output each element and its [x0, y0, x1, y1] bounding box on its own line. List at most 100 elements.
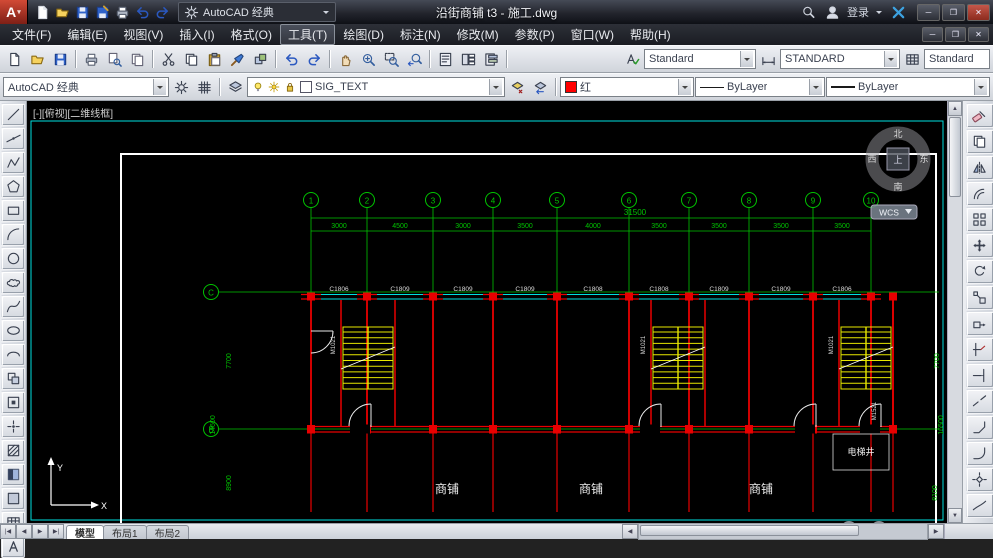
layer-properties-icon[interactable] [224, 76, 246, 98]
menu-item-2[interactable]: 视图(V) [115, 24, 171, 45]
exchange-apps-icon[interactable] [887, 1, 909, 23]
region-icon[interactable] [1, 487, 25, 510]
match-properties-icon[interactable] [226, 48, 248, 70]
vertical-scrollbar[interactable]: ▲ ▼ [947, 101, 962, 523]
application-menu-button[interactable]: A ▾ [0, 0, 28, 24]
copy-icon[interactable] [966, 129, 993, 154]
chevron-down-icon[interactable] [740, 51, 753, 67]
plot-preview-icon[interactable] [103, 48, 125, 70]
chevron-down-icon[interactable] [678, 79, 691, 95]
layer-on-bulb-icon[interactable] [252, 81, 265, 94]
menu-item-11[interactable]: 帮助(H) [622, 24, 679, 45]
move-icon[interactable] [966, 233, 993, 258]
chamfer-icon[interactable] [966, 415, 993, 440]
chevron-down-icon[interactable] [153, 79, 166, 95]
redo-icon[interactable] [303, 48, 325, 70]
workspace-select[interactable]: AutoCAD 经典 [178, 2, 336, 22]
stretch-icon[interactable] [966, 311, 993, 336]
chevron-down-icon[interactable] [809, 79, 822, 95]
zoom-previous-icon[interactable] [403, 48, 425, 70]
rectangle-icon[interactable] [1, 199, 25, 222]
doc-restore-button[interactable]: ❐ [945, 27, 966, 42]
vertical-scroll-track[interactable] [948, 116, 962, 508]
doc-close-button[interactable]: ✕ [968, 27, 989, 42]
menu-item-7[interactable]: 标注(N) [392, 24, 449, 45]
horizontal-scroll-track[interactable] [638, 523, 928, 540]
chevron-down-icon[interactable] [974, 79, 987, 95]
join-icon[interactable] [966, 493, 993, 518]
offset-icon[interactable] [966, 181, 993, 206]
scroll-right-button[interactable]: ▶ [928, 524, 944, 539]
break-icon[interactable] [966, 389, 993, 414]
hatch-icon[interactable] [1, 439, 25, 462]
copy-icon[interactable] [180, 48, 202, 70]
horizontal-scrollbar[interactable]: ◀ ▶ [622, 524, 944, 539]
arc-icon[interactable] [1, 223, 25, 246]
rotate-icon[interactable] [966, 259, 993, 284]
restore-button[interactable]: ❐ [942, 4, 965, 21]
viewport-controls[interactable]: [-][俯视][二维线框] [33, 107, 113, 120]
undo-icon[interactable] [280, 48, 302, 70]
undo-icon[interactable] [132, 2, 152, 22]
new-icon[interactable] [3, 48, 25, 70]
chevron-down-icon[interactable] [873, 5, 885, 19]
make-layer-current-icon[interactable] [506, 76, 528, 98]
make-block-icon[interactable] [1, 391, 25, 414]
ui-grid-icon[interactable] [193, 76, 215, 98]
text-style-select[interactable]: Standard [644, 49, 756, 69]
text-style-icon[interactable] [621, 48, 643, 70]
paste-icon[interactable] [203, 48, 225, 70]
layer-freeze-sun-icon[interactable] [268, 81, 281, 94]
menu-item-1[interactable]: 编辑(E) [59, 24, 115, 45]
search-icon[interactable] [797, 1, 819, 23]
menu-item-8[interactable]: 修改(M) [449, 24, 507, 45]
menu-item-3[interactable]: 插入(I) [171, 24, 222, 45]
viewcube-compass[interactable]: 上北南西东WCS [867, 129, 928, 219]
open-icon[interactable] [52, 2, 72, 22]
new-icon[interactable] [32, 2, 52, 22]
mirror-icon[interactable] [966, 155, 993, 180]
dim-style-icon[interactable] [757, 48, 779, 70]
vertical-scroll-thumb[interactable] [949, 117, 961, 197]
scroll-left-button[interactable]: ◀ [622, 524, 638, 539]
gradient-icon[interactable] [1, 463, 25, 486]
menu-item-4[interactable]: 格式(O) [223, 24, 280, 45]
erase-icon[interactable] [966, 103, 993, 128]
horizontal-scroll-thumb[interactable] [640, 525, 859, 536]
scroll-up-button[interactable]: ▲ [948, 101, 962, 116]
minimize-button[interactable]: ─ [917, 4, 940, 21]
cut-icon[interactable] [157, 48, 179, 70]
layer-color-swatch[interactable] [300, 81, 312, 93]
zoom-window-icon[interactable] [380, 48, 402, 70]
tab-prev-button[interactable]: ◀ [16, 524, 32, 539]
pan-icon[interactable] [334, 48, 356, 70]
linetype-select[interactable]: ByLayer [695, 77, 825, 97]
close-button[interactable]: ✕ [967, 4, 990, 21]
insert-block-icon[interactable] [1, 367, 25, 390]
save-icon[interactable] [49, 48, 71, 70]
ellipse-icon[interactable] [1, 319, 25, 342]
spline-icon[interactable] [1, 295, 25, 318]
doc-minimize-button[interactable]: ─ [922, 27, 943, 42]
tool-palettes-icon[interactable] [480, 48, 502, 70]
construction-line-icon[interactable] [1, 127, 25, 150]
tab-last-button[interactable]: ▶| [48, 524, 64, 539]
scale-icon[interactable] [966, 285, 993, 310]
workspace-settings-icon[interactable] [170, 76, 192, 98]
menu-item-0[interactable]: 文件(F) [4, 24, 59, 45]
floor-plan[interactable]: [-][俯视][二维线框]12345678910CB31500300045003… [27, 101, 947, 523]
login-link[interactable]: 登录 [847, 4, 869, 20]
dim-style-select[interactable]: STANDARD [780, 49, 900, 69]
redo-icon[interactable] [152, 2, 172, 22]
chevron-down-icon[interactable] [884, 51, 897, 67]
zoom-realtime-icon[interactable] [357, 48, 379, 70]
color-select[interactable]: 红 [560, 77, 694, 97]
explode-icon[interactable] [966, 467, 993, 492]
scroll-down-button[interactable]: ▼ [948, 508, 962, 523]
properties-icon[interactable] [434, 48, 456, 70]
tab-1[interactable]: 布局1 [103, 525, 147, 539]
trim-icon[interactable] [966, 337, 993, 362]
fillet-icon[interactable] [966, 441, 993, 466]
polyline-icon[interactable] [1, 151, 25, 174]
designcenter-icon[interactable] [457, 48, 479, 70]
